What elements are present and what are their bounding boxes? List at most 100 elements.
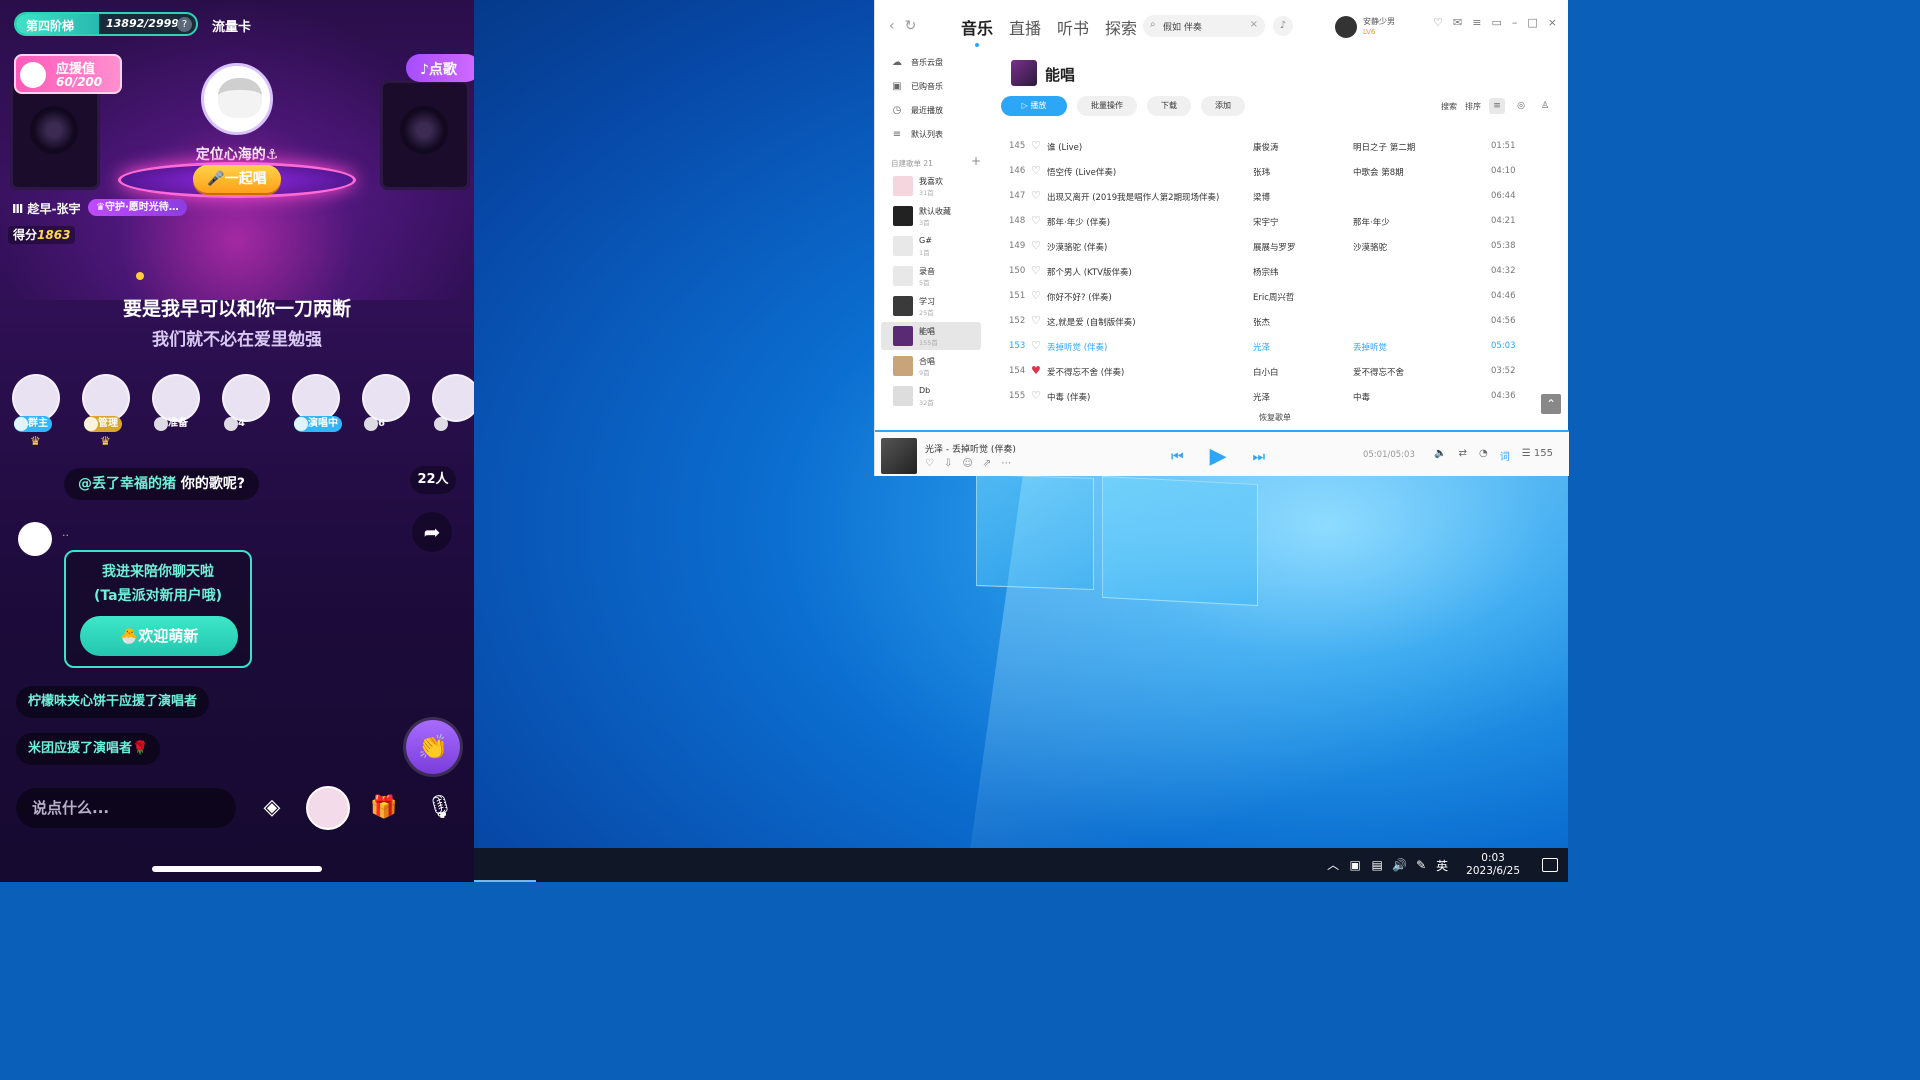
sidebar-item[interactable]: ☁ 音乐云盘 xyxy=(891,54,943,70)
heart-icon[interactable]: ♡ xyxy=(1031,314,1041,327)
track-artist[interactable]: 展展与罗罗 xyxy=(1253,241,1343,253)
track-album[interactable]: 爱不得忘不舍 xyxy=(1353,366,1473,378)
sidebar-item[interactable]: ▣ 已购音乐 xyxy=(891,78,943,94)
mic-seat[interactable]: 群主 ♛ xyxy=(12,374,62,454)
track-title[interactable]: 出现又离开 (2019我是唱作人第2期现场伴奏) xyxy=(1047,191,1247,203)
disc-view-icon[interactable]: ◎ xyxy=(1513,98,1529,114)
welcome-newbie-button[interactable]: 🐣欢迎萌新 xyxy=(80,616,238,656)
ime-indicator[interactable]: 英 xyxy=(1436,857,1448,874)
taskbar-app[interactable] xyxy=(474,848,536,882)
clap-icon[interactable]: 👏 xyxy=(406,720,460,774)
help-icon[interactable]: ? xyxy=(177,17,192,32)
table-row[interactable]: 145 ♡ 谁 (Live) 康俊涛 明日之子 第二期 01:51 xyxy=(1001,134,1561,159)
heart-icon[interactable]: ♡ xyxy=(1031,139,1041,152)
chevron-up-icon[interactable]: ︿ xyxy=(1326,858,1340,872)
sing-icon[interactable]: ☺ xyxy=(962,458,972,469)
playlist-item[interactable]: Db 32首 xyxy=(881,382,981,410)
table-row[interactable]: 147 ♡ 出现又离开 (2019我是唱作人第2期现场伴奏) 梁博 06:44 xyxy=(1001,184,1561,209)
play-icon[interactable]: ▶ xyxy=(1210,444,1227,469)
search-input[interactable] xyxy=(1143,15,1265,37)
avatar[interactable] xyxy=(1335,16,1357,38)
layers-icon[interactable]: ◈ xyxy=(250,786,294,830)
track-title[interactable]: 悟空传 (Live伴奏) xyxy=(1047,166,1247,178)
emoji-avatar-button[interactable] xyxy=(306,786,350,830)
sidebar-item[interactable]: ≡ 默认列表 xyxy=(891,126,943,142)
tab-0[interactable]: 音乐 xyxy=(961,15,993,47)
avatar[interactable] xyxy=(12,374,60,422)
playlist-item[interactable]: 能唱 155首 xyxy=(881,322,981,350)
mention-message[interactable]: @丢了幸福的猪 你的歌呢? xyxy=(64,468,259,500)
track-album[interactable]: 明日之子 第二期 xyxy=(1353,141,1473,153)
table-row[interactable]: 151 ♡ 你好不好? (伴奏) Eric周兴哲 04:46 xyxy=(1001,284,1561,309)
heart-icon[interactable]: ♡ xyxy=(1031,189,1041,202)
scroll-top-icon[interactable]: ⌃ xyxy=(1541,394,1561,414)
like-icon[interactable]: ♡ xyxy=(925,458,934,469)
playlist-item[interactable]: 学习 25首 xyxy=(881,292,981,320)
track-artist[interactable]: 张杰 xyxy=(1253,316,1343,328)
restore-playlist-link[interactable]: 恢复歌单 xyxy=(1259,412,1291,423)
close-icon[interactable]: × xyxy=(1548,16,1557,29)
mini-mode-icon[interactable]: ▭ xyxy=(1491,16,1501,29)
heart-icon[interactable]: ♡ xyxy=(1031,214,1041,227)
tab-3[interactable]: 探索 xyxy=(1105,15,1137,39)
pen-icon[interactable]: ✎ xyxy=(1414,858,1428,872)
mic-seat[interactable]: 准备 xyxy=(152,374,202,454)
now-playing-title[interactable]: 光泽 - 丢掉听觉 (伴奏) xyxy=(925,442,1016,455)
download-button[interactable]: 下载 xyxy=(1147,96,1191,116)
chat-input[interactable] xyxy=(16,788,236,828)
track-album[interactable]: 沙漠骆驼 xyxy=(1353,241,1473,253)
sing-together-button[interactable]: 🎤一起唱 xyxy=(193,165,281,193)
back-icon[interactable]: ‹ xyxy=(889,18,895,34)
heart-icon[interactable]: ♡ xyxy=(1031,339,1041,352)
more-icon[interactable]: ⋯ xyxy=(1001,458,1011,469)
avatar[interactable] xyxy=(18,522,52,556)
heart-icon[interactable]: ♡ xyxy=(1031,264,1041,277)
home-indicator[interactable] xyxy=(152,866,322,872)
next-icon[interactable]: ⏭ xyxy=(1253,449,1266,465)
table-row[interactable]: 148 ♡ 那年·年少 (伴奏) 宋宇宁 那年·年少 04:21 xyxy=(1001,209,1561,234)
mail-icon[interactable]: ✉ xyxy=(1453,16,1462,29)
avatar[interactable] xyxy=(292,374,340,422)
track-title[interactable]: 你好不好? (伴奏) xyxy=(1047,291,1247,303)
table-row[interactable]: 154 ♥ 爱不得忘不舍 (伴奏) 白小白 爱不得忘不舍 03:52 xyxy=(1001,359,1561,384)
heart-icon[interactable]: ♥ xyxy=(1031,364,1041,377)
loop-icon[interactable]: ⇄ xyxy=(1459,448,1467,463)
tab-1[interactable]: 直播 xyxy=(1009,15,1041,39)
volume-icon[interactable]: 🔈 xyxy=(1434,448,1446,463)
track-artist[interactable]: 白小白 xyxy=(1253,366,1343,378)
skin-icon[interactable]: ♡ xyxy=(1433,16,1443,29)
song-request-button[interactable]: ♪点歌 xyxy=(406,54,474,82)
avatar[interactable] xyxy=(222,374,270,422)
traffic-card-link[interactable]: 流量卡 xyxy=(212,16,251,35)
list-view-icon[interactable]: ≡ xyxy=(1489,98,1505,114)
heart-icon[interactable]: ♡ xyxy=(1031,164,1041,177)
tab-2[interactable]: 听书 xyxy=(1057,15,1089,39)
track-title[interactable]: 那年·年少 (伴奏) xyxy=(1047,216,1247,228)
table-row[interactable]: 146 ♡ 悟空传 (Live伴奏) 张玮 中歌会 第8期 04:10 xyxy=(1001,159,1561,184)
table-row[interactable]: 153 ♡ 丢掉听觉 (伴奏) 光泽 丢掉听觉 05:03 xyxy=(1001,334,1561,359)
playlist-item[interactable]: 我喜欢 31首 xyxy=(881,172,981,200)
avatar[interactable] xyxy=(432,374,474,422)
minimize-icon[interactable]: – xyxy=(1512,16,1518,29)
cheer-value-box[interactable]: 应援值 60/200 xyxy=(14,54,122,94)
now-playing-cover[interactable] xyxy=(881,438,917,474)
mic-seat[interactable] xyxy=(432,374,474,454)
avatar[interactable] xyxy=(362,374,410,422)
mic-seat[interactable]: 管理 ♛ xyxy=(82,374,132,454)
track-album[interactable]: 中毒 xyxy=(1353,391,1473,403)
track-title[interactable]: 丢掉听觉 (伴奏) xyxy=(1047,341,1247,353)
volume-icon[interactable]: 🔊 xyxy=(1392,858,1407,872)
vip-download-icon[interactable]: ⇩ xyxy=(944,458,952,469)
gift-icon[interactable]: 🎁 xyxy=(362,786,406,830)
track-artist[interactable]: 宋宇宁 xyxy=(1253,216,1343,228)
track-artist[interactable]: 光泽 xyxy=(1253,341,1343,353)
user-icon[interactable]: ♙ xyxy=(1537,98,1553,114)
track-artist[interactable]: 杨宗纬 xyxy=(1253,266,1343,278)
track-album[interactable]: 中歌会 第8期 xyxy=(1353,166,1473,178)
created-playlists-header[interactable]: 自建歌单 21 xyxy=(891,158,933,169)
track-artist[interactable]: 梁博 xyxy=(1253,191,1343,203)
clock[interactable]: 0:03 2023/6/25 xyxy=(1466,852,1520,878)
track-title[interactable]: 谁 (Live) xyxy=(1047,141,1247,153)
heart-icon[interactable]: ♡ xyxy=(1031,389,1041,402)
clear-icon[interactable]: × xyxy=(1250,19,1258,30)
